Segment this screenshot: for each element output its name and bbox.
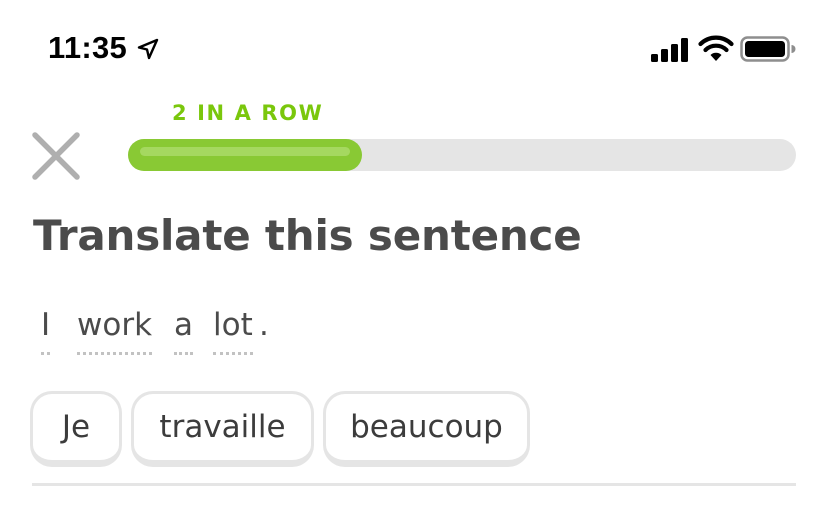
close-icon (32, 132, 80, 180)
word-tile-beaucoup[interactable]: beaucoup (323, 391, 530, 467)
location-arrow-icon (137, 38, 159, 60)
answer-line (32, 483, 796, 486)
cellular-signal-icon (651, 38, 688, 62)
challenge-instruction: Translate this sentence (33, 211, 582, 260)
wifi-icon (698, 35, 734, 61)
prompt-punctuation: . (259, 307, 269, 343)
word-tile-je[interactable]: Je (30, 391, 122, 467)
progress-highlight (140, 147, 350, 156)
lesson-progress-bar (128, 139, 796, 171)
word-tile-travaille[interactable]: travaille (131, 391, 314, 467)
prompt-word-4[interactable]: lot (213, 306, 253, 355)
lesson-progress-fill (128, 139, 362, 171)
battery-icon (740, 36, 796, 62)
streak-label: 2 IN A ROW (172, 101, 324, 125)
prompt-word-3[interactable]: a (174, 306, 193, 355)
prompt-word-1[interactable]: I (41, 306, 51, 355)
close-button[interactable] (28, 128, 84, 184)
status-time: 11:35 (48, 30, 128, 65)
status-bar: 11:35 (0, 0, 828, 100)
prompt-word-2[interactable]: work (77, 306, 153, 355)
